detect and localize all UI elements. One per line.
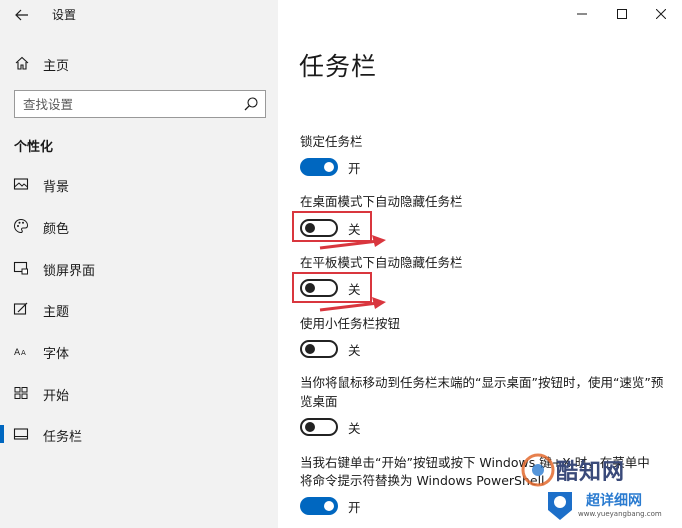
setting-powershell-label-line2: 将命令提示符替换为 Windows PowerShell — [300, 473, 545, 488]
watermark-url: www.yueyangbang.com — [578, 510, 662, 518]
start-menu-icon — [14, 387, 28, 399]
sidebar-item-label: 字体 — [43, 347, 70, 362]
toggle-knob — [305, 344, 315, 354]
search-box[interactable] — [14, 90, 266, 118]
sidebar-item-start[interactable]: 开始 — [0, 377, 278, 409]
sidebar-item-label: 锁屏界面 — [43, 264, 96, 279]
sidebar-item-lock-screen[interactable]: 锁屏界面 — [0, 252, 278, 284]
palette-icon — [13, 218, 29, 234]
setting-peek-label: 当你将鼠标移动到任务栏末端的“显示桌面”按钮时，使用“速览”预览桌面 — [300, 375, 664, 409]
setting-autohide-tablet-label: 在平板模式下自动隐藏任务栏 — [300, 255, 463, 270]
toggle-state-label: 开 — [348, 500, 361, 515]
back-arrow-icon — [15, 9, 28, 21]
home-label: 主页 — [43, 59, 70, 74]
sidebar-item-colors[interactable]: 颜色 — [0, 210, 278, 242]
sidebar-item-home[interactable]: 主页 — [0, 48, 278, 78]
picture-icon — [13, 178, 29, 190]
back-button[interactable] — [8, 2, 36, 28]
minimize-icon — [577, 13, 587, 15]
setting-small-buttons-label: 使用小任务栏按钮 — [300, 316, 401, 331]
setting-lock-taskbar-label: 锁定任务栏 — [300, 134, 363, 149]
active-indicator — [0, 425, 4, 443]
minimize-button[interactable] — [562, 2, 602, 26]
sidebar-item-background[interactable]: 背景 — [0, 168, 278, 200]
svg-text:A: A — [21, 349, 26, 357]
font-icon: A A — [14, 348, 26, 358]
sidebar: 设置 主页 个性化 背景 颜色 锁屏界面 — [0, 0, 278, 528]
page-title: 任务栏 — [299, 52, 378, 81]
sidebar-item-label: 开始 — [43, 389, 70, 404]
toggle-knob — [324, 501, 334, 511]
watermark-brand: 酷知网 — [556, 460, 626, 485]
sidebar-item-taskbar[interactable]: 任务栏 — [0, 418, 278, 450]
powershell-toggle[interactable] — [300, 497, 338, 515]
lock-screen-icon — [13, 261, 28, 275]
toggle-knob — [324, 162, 334, 172]
section-title: 个性化 — [14, 140, 54, 155]
watermark-bulb-icon — [548, 492, 572, 520]
maximize-icon — [617, 9, 627, 19]
search-input[interactable] — [23, 94, 233, 114]
sidebar-item-themes[interactable]: 主题 — [0, 293, 278, 325]
close-icon — [656, 9, 666, 19]
window-title: 设置 — [52, 8, 77, 22]
lock-taskbar-toggle[interactable] — [300, 158, 338, 176]
svg-text:A: A — [14, 348, 21, 358]
toggle-knob — [305, 422, 315, 432]
sidebar-item-label: 背景 — [43, 180, 70, 195]
sidebar-item-fonts[interactable]: A A 字体 — [0, 335, 278, 367]
toggle-state-label: 开 — [348, 161, 361, 176]
setting-autohide-desktop-label: 在桌面模式下自动隐藏任务栏 — [300, 194, 463, 209]
small-buttons-toggle[interactable] — [300, 340, 338, 358]
sidebar-item-label: 颜色 — [43, 222, 70, 237]
taskbar-icon — [13, 428, 29, 440]
theme-brush-icon — [13, 302, 28, 315]
maximize-button[interactable] — [602, 2, 642, 26]
watermark-brand-secondary: 超详细网 — [586, 493, 642, 509]
watermark-logo-icon — [521, 453, 555, 487]
toggle-state-label: 关 — [348, 343, 361, 358]
red-arrow-icon — [319, 297, 386, 312]
sidebar-item-label: 任务栏 — [43, 430, 83, 445]
search-icon[interactable] — [243, 96, 259, 112]
close-button[interactable] — [641, 2, 681, 26]
home-icon — [15, 56, 29, 70]
peek-toggle[interactable] — [300, 418, 338, 436]
sidebar-item-label: 主题 — [43, 305, 70, 320]
toggle-state-label: 关 — [348, 421, 361, 436]
red-arrow-icon — [319, 235, 386, 250]
